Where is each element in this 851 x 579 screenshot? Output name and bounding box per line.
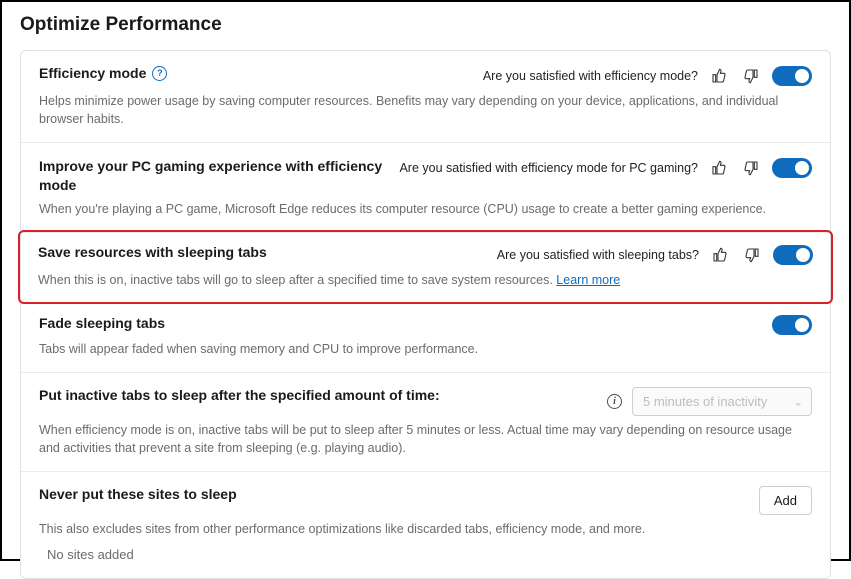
- timeout-desc: When efficiency mode is on, inactive tab…: [39, 422, 812, 457]
- sleeping-desc-text: When this is on, inactive tabs will go t…: [38, 273, 556, 287]
- sleeping-ask: Are you satisfied with sleeping tabs?: [497, 248, 699, 262]
- gaming-desc: When you're playing a PC game, Microsoft…: [39, 201, 812, 219]
- timeout-select[interactable]: 5 minutes of inactivity ⌄: [632, 387, 812, 416]
- fade-title: Fade sleeping tabs: [39, 315, 758, 331]
- setting-efficiency: Efficiency mode ? Are you satisfied with…: [21, 51, 830, 143]
- setting-sleeping-tabs: Save resources with sleeping tabs Are yo…: [18, 230, 833, 304]
- timeout-title: Put inactive tabs to sleep after the spe…: [39, 387, 593, 403]
- thumbs-down-icon[interactable]: [740, 65, 762, 87]
- thumbs-up-icon[interactable]: [709, 244, 731, 266]
- fade-desc: Tabs will appear faded when saving memor…: [39, 341, 812, 359]
- efficiency-toggle[interactable]: [772, 66, 812, 86]
- exclusions-title: Never put these sites to sleep: [39, 486, 745, 502]
- thumbs-down-icon[interactable]: [741, 244, 763, 266]
- efficiency-desc: Helps minimize power usage by saving com…: [39, 93, 812, 128]
- thumbs-down-icon[interactable]: [740, 157, 762, 179]
- sleeping-toggle[interactable]: [773, 245, 813, 265]
- efficiency-title: Efficiency mode: [39, 65, 146, 81]
- sleeping-desc: When this is on, inactive tabs will go t…: [38, 272, 813, 290]
- info-icon[interactable]: i: [607, 394, 622, 409]
- exclusions-desc: This also excludes sites from other perf…: [39, 521, 812, 539]
- thumbs-up-icon[interactable]: [708, 157, 730, 179]
- gaming-toggle[interactable]: [772, 158, 812, 178]
- settings-card: Efficiency mode ? Are you satisfied with…: [20, 50, 831, 579]
- sleeping-title: Save resources with sleeping tabs: [38, 244, 483, 260]
- setting-fade: Fade sleeping tabs Tabs will appear fade…: [21, 301, 830, 374]
- chevron-down-icon: ⌄: [794, 395, 803, 408]
- setting-gaming: Improve your PC gaming experience with e…: [21, 143, 830, 233]
- efficiency-ask: Are you satisfied with efficiency mode?: [483, 69, 698, 83]
- add-button[interactable]: Add: [759, 486, 812, 515]
- timeout-value: 5 minutes of inactivity: [643, 394, 767, 409]
- page-title: Optimize Performance: [20, 14, 831, 36]
- fade-toggle[interactable]: [772, 315, 812, 335]
- setting-timeout: Put inactive tabs to sleep after the spe…: [21, 373, 830, 472]
- info-icon[interactable]: ?: [152, 66, 167, 81]
- setting-exclusions: Never put these sites to sleep Add This …: [21, 472, 830, 578]
- thumbs-up-icon[interactable]: [708, 65, 730, 87]
- exclusions-empty: No sites added: [39, 539, 812, 564]
- gaming-ask: Are you satisfied with efficiency mode f…: [399, 161, 698, 175]
- learn-more-link[interactable]: Learn more: [556, 273, 620, 287]
- gaming-title: Improve your PC gaming experience with e…: [39, 157, 385, 195]
